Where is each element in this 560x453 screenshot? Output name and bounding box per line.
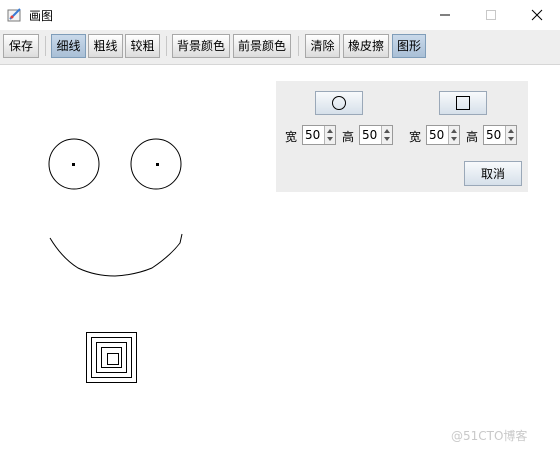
draw-square-button[interactable] [439,91,487,115]
save-button[interactable]: 保存 [3,34,39,58]
toolbar-separator [298,36,299,56]
thin-line-button[interactable]: 细线 [51,34,86,58]
thicker-line-button[interactable]: 较粗 [125,34,160,58]
square-icon [456,96,470,110]
spinner-arrows-icon[interactable] [324,126,335,144]
square-height-value: 50 [486,128,502,142]
circle-icon [332,96,346,110]
circle-width-label: 宽 [285,130,298,144]
spinner-arrows-icon[interactable] [381,126,392,144]
foreground-color-button[interactable]: 前景颜色 [233,34,291,58]
circle-height-spinner[interactable]: 50 [359,125,393,145]
title-bar: 画图 [0,0,560,30]
circle-width-spinner[interactable]: 50 [302,125,336,145]
thick-line-button[interactable]: 粗线 [88,34,123,58]
draw-circle-button[interactable] [315,91,363,115]
minimize-button[interactable] [422,0,468,30]
smile-curve [49,233,183,277]
square-height-spinner[interactable]: 50 [483,125,517,145]
circle-width-value: 50 [305,128,321,142]
square-inner [107,353,119,365]
square-outer [86,332,137,383]
toolbar-separator [166,36,167,56]
close-button[interactable] [514,0,560,30]
background-color-button[interactable]: 背景颜色 [172,34,230,58]
clear-button[interactable]: 清除 [305,34,340,58]
window-title: 画图 [29,9,54,23]
circle-height-value: 50 [362,128,378,142]
circle-height-label: 高 [342,130,355,144]
square-height-label: 高 [466,130,479,144]
left-pupil-dot [72,163,75,166]
square-width-spinner[interactable]: 50 [426,125,460,145]
watermark-text: @51CTO博客 [451,429,528,443]
shape-panel: 宽 50 高 50 宽 50 高 50 取消 [276,81,528,192]
paint-app-icon [7,7,23,23]
maximize-icon [486,10,496,20]
eraser-button[interactable]: 橡皮擦 [343,34,389,58]
maximize-button[interactable] [468,0,514,30]
close-icon [531,9,543,21]
spinner-arrows-icon[interactable] [448,126,459,144]
square-width-value: 50 [429,128,445,142]
spinner-arrows-icon[interactable] [505,126,516,144]
minimize-icon [440,14,450,16]
toolbar: 保存 细线 粗线 较粗 背景颜色 前景颜色 清除 橡皮擦 图形 [0,30,560,65]
shape-button[interactable]: 图形 [392,34,426,58]
right-pupil-dot [156,163,159,166]
toolbar-separator [45,36,46,56]
square-width-label: 宽 [409,130,422,144]
square-2 [91,337,132,378]
cancel-button[interactable]: 取消 [464,161,522,186]
